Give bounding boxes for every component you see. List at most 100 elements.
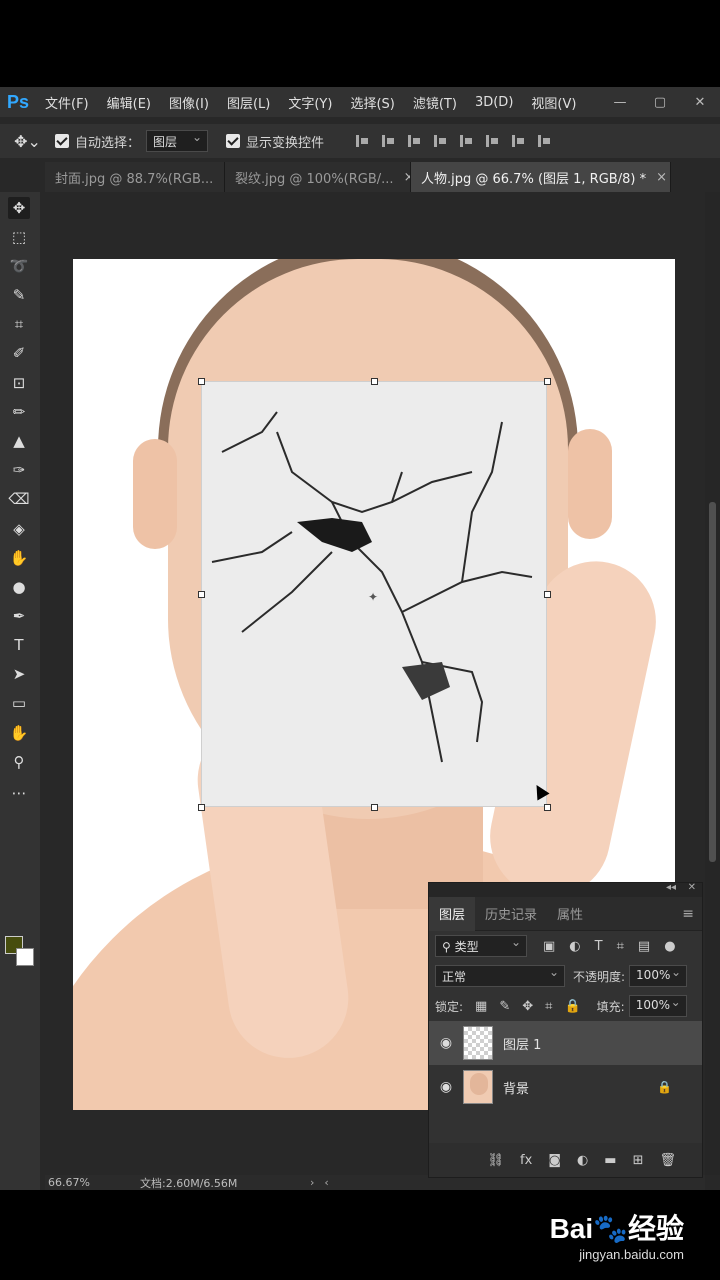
clone-stamp-tool-icon[interactable]: ▲ — [8, 430, 30, 452]
pen-tool-icon[interactable]: ✒ — [8, 605, 30, 627]
scrollbar-thumb[interactable] — [709, 502, 716, 862]
collapse-icon[interactable]: ◂◂ — [666, 882, 676, 893]
blend-mode-dropdown[interactable]: 正常 — [435, 965, 565, 987]
menu-file[interactable]: 文件(F) — [36, 93, 98, 112]
type-tool-icon[interactable]: T — [8, 634, 30, 656]
more-tools-icon[interactable]: ⋯ — [8, 782, 30, 804]
eraser-tool-icon[interactable]: ⌫ — [8, 488, 30, 510]
show-transform-checkbox[interactable] — [226, 134, 241, 148]
lasso-tool-icon[interactable]: ➰ — [8, 255, 30, 277]
filter-smart-object-icon[interactable]: ▤ — [638, 939, 650, 954]
quick-select-tool-icon[interactable]: ✎ — [8, 284, 30, 306]
tab-crack[interactable]: 裂纹.jpg @ 100%(RGB/... × — [225, 162, 411, 192]
distribute-center-icon[interactable] — [536, 133, 552, 149]
delete-layer-icon[interactable]: 🗑 — [659, 1153, 676, 1168]
lock-transparent-icon[interactable]: ▦ — [475, 999, 487, 1014]
filter-type-icon[interactable]: T — [595, 939, 603, 954]
eyedropper-tool-icon[interactable]: ✐ — [8, 342, 30, 364]
menu-image[interactable]: 图像(I) — [160, 93, 218, 112]
tab-close-icon[interactable]: × — [404, 170, 410, 185]
smudge-tool-icon[interactable]: ✋ — [8, 547, 30, 569]
status-arrow-icon[interactable]: › — [310, 1176, 314, 1189]
panel-close-icon[interactable]: ✕ — [688, 882, 696, 893]
panel-menu-icon[interactable]: ≡ — [682, 906, 694, 922]
align-left-icon[interactable] — [432, 133, 448, 149]
transform-handle[interactable] — [544, 591, 551, 598]
transform-handle[interactable] — [544, 378, 551, 385]
lock-icons: ▦ ✎ ✥ ⌗ 🔒 — [475, 999, 581, 1014]
menu-layer[interactable]: 图层(L) — [218, 93, 279, 112]
lock-artboard-icon[interactable]: ⌗ — [545, 999, 552, 1014]
transform-handle[interactable] — [198, 378, 205, 385]
transform-handle[interactable] — [371, 378, 378, 385]
filter-shape-icon[interactable]: ⌗ — [617, 939, 624, 954]
new-layer-icon[interactable]: ⊞ — [633, 1153, 644, 1168]
move-tool-preset-icon[interactable]: ✥⌄ — [0, 132, 55, 151]
layer-row-background[interactable]: ◉ 背景 🔒 — [429, 1065, 702, 1109]
filter-adjustment-icon[interactable]: ◐ — [569, 939, 580, 954]
auto-select-checkbox[interactable] — [55, 134, 69, 148]
close-button[interactable]: ✕ — [680, 95, 720, 110]
paint-bucket-tool-icon[interactable]: ◈ — [8, 518, 30, 540]
path-select-tool-icon[interactable]: ➤ — [8, 663, 30, 685]
zoom-level[interactable]: 66.67% — [45, 1176, 120, 1189]
menu-type[interactable]: 文字(Y) — [279, 93, 341, 112]
maximize-button[interactable]: ▢ — [640, 95, 680, 110]
minimize-button[interactable]: — — [600, 95, 640, 110]
layer-row-layer1[interactable]: ◉ 图层 1 — [429, 1021, 702, 1065]
align-top-icon[interactable] — [354, 133, 370, 149]
opacity-input[interactable]: 100% — [629, 965, 688, 987]
visibility-eye-icon[interactable]: ◉ — [429, 1035, 463, 1051]
transform-handle[interactable] — [198, 591, 205, 598]
filter-pixel-icon[interactable]: ▣ — [543, 939, 555, 954]
fill-input[interactable]: 100% — [628, 995, 687, 1017]
menu-select[interactable]: 选择(S) — [341, 93, 403, 112]
crack-texture-layer[interactable]: ✦ — [198, 378, 551, 811]
menu-edit[interactable]: 编辑(E) — [98, 93, 160, 112]
vertical-scrollbar[interactable] — [705, 192, 720, 1175]
scroll-left-icon[interactable]: ‹ — [324, 1176, 328, 1189]
new-group-icon[interactable]: ▬ — [604, 1153, 616, 1168]
history-brush-tool-icon[interactable]: ✑ — [8, 459, 30, 481]
crop-tool-icon[interactable]: ⌗ — [8, 313, 30, 335]
reference-point-icon[interactable]: ✦ — [368, 590, 378, 604]
transform-handle[interactable] — [198, 804, 205, 811]
tab-layers[interactable]: 图层 — [429, 896, 476, 931]
filter-kind-dropdown[interactable]: ⚲ 类型 — [435, 935, 527, 957]
distribute-top-icon[interactable] — [510, 133, 526, 149]
align-vcenter-icon[interactable] — [380, 133, 396, 149]
adjustment-layer-icon[interactable]: ◐ — [577, 1153, 588, 1168]
tab-properties[interactable]: 属性 — [547, 897, 593, 931]
tab-person[interactable]: 人物.jpg @ 66.7% (图层 1, RGB/8) * × — [411, 162, 671, 192]
transform-handle[interactable] — [544, 804, 551, 811]
menu-filter[interactable]: 滤镜(T) — [404, 93, 466, 112]
tab-history[interactable]: 历史记录 — [475, 897, 547, 931]
visibility-eye-icon[interactable]: ◉ — [429, 1079, 463, 1095]
align-hcenter-icon[interactable] — [458, 133, 474, 149]
rectangle-tool-icon[interactable]: ▭ — [8, 692, 30, 714]
watermark: Bai🐾经验 jingyan.baidu.com — [550, 1207, 684, 1262]
auto-select-dropdown[interactable]: 图层 — [146, 130, 209, 152]
align-bottom-icon[interactable] — [406, 133, 422, 149]
lock-pixels-icon[interactable]: ✎ — [499, 999, 510, 1014]
healing-brush-tool-icon[interactable]: ⊡ — [8, 372, 30, 394]
link-layers-icon[interactable]: ⛓ — [488, 1153, 505, 1168]
lock-position-icon[interactable]: ✥ — [522, 999, 533, 1014]
tab-close-icon[interactable]: × — [656, 170, 667, 185]
brush-tool-icon[interactable]: ✏ — [8, 401, 30, 423]
background-color-swatch[interactable] — [16, 948, 34, 966]
add-mask-icon[interactable]: ◙ — [548, 1153, 561, 1168]
menu-view[interactable]: 视图(V) — [522, 93, 585, 112]
tab-cover[interactable]: 封面.jpg @ 88.7%(RGB... × — [45, 162, 225, 192]
filter-toggle-icon[interactable]: ● — [664, 939, 675, 954]
transform-handle[interactable] — [371, 804, 378, 811]
hand-tool-icon[interactable]: ✋ — [8, 722, 30, 744]
move-tool-icon[interactable]: ✥ — [8, 197, 30, 219]
fx-icon[interactable]: fx — [520, 1153, 532, 1168]
menu-3d[interactable]: 3D(D) — [466, 95, 522, 110]
align-right-icon[interactable] — [484, 133, 500, 149]
dodge-tool-icon[interactable]: ● — [8, 576, 30, 598]
zoom-tool-icon[interactable]: ⚲ — [8, 751, 30, 773]
marquee-tool-icon[interactable]: ⬚ — [8, 226, 30, 248]
lock-all-icon[interactable]: 🔒 — [564, 999, 580, 1014]
